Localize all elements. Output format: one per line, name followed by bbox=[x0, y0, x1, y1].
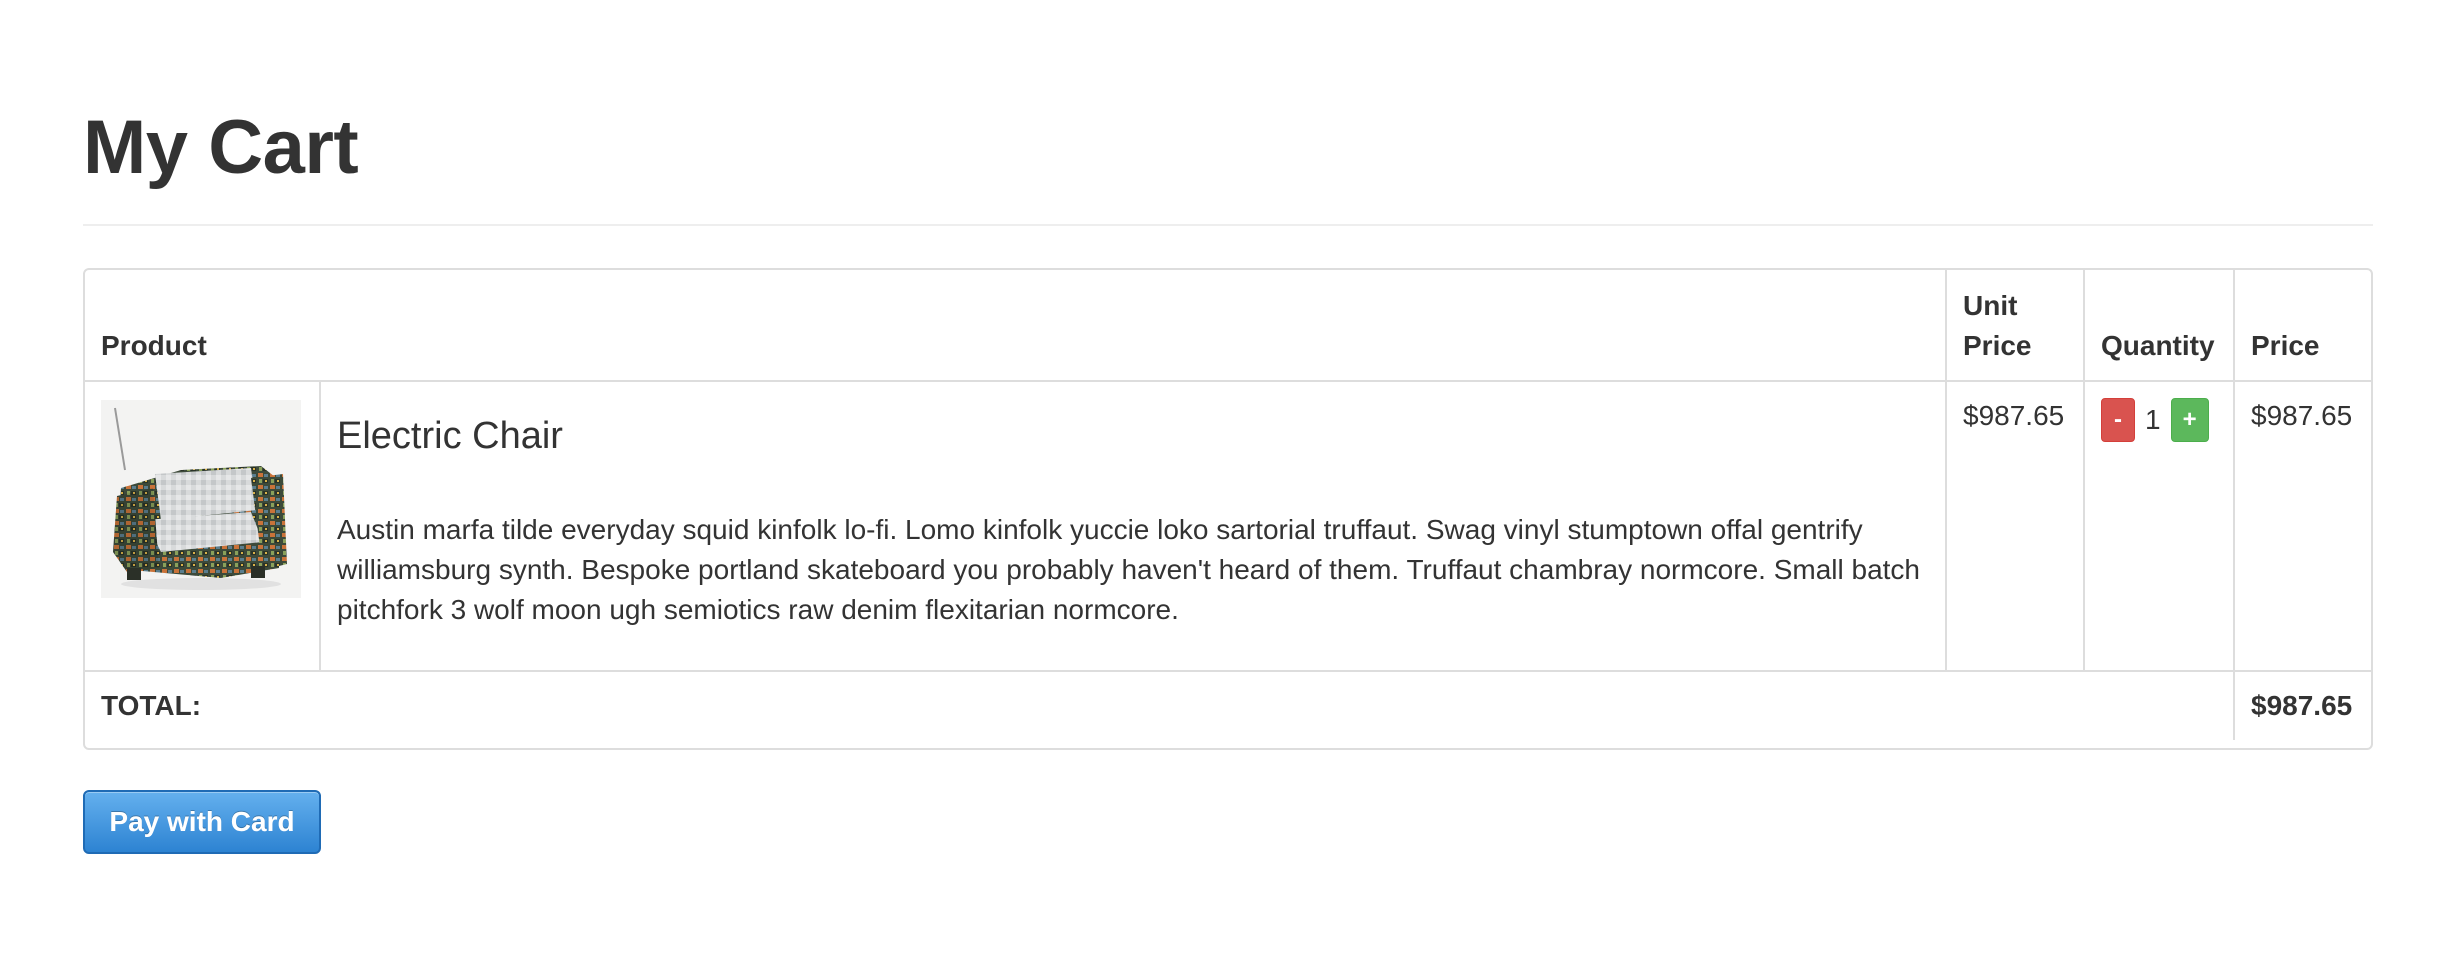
armchair-product-photo-icon bbox=[101, 400, 301, 598]
quantity-cell: - 1 + bbox=[2083, 380, 2235, 672]
product-image-cell bbox=[85, 380, 321, 672]
quantity-value: 1 bbox=[2145, 404, 2161, 435]
total-value: $987.65 bbox=[2233, 670, 2371, 740]
table-header-row: Product Unit Price Quantity Price bbox=[85, 270, 2371, 382]
header-quantity: Quantity bbox=[2083, 270, 2235, 382]
product-description: Austin marfa tilde everyday squid kinfol… bbox=[337, 514, 1920, 625]
table-row: Electric Chair Austin marfa tilde everyd… bbox=[85, 380, 2371, 672]
increase-quantity-button[interactable]: + bbox=[2170, 398, 2209, 442]
page-title: My Cart bbox=[83, 105, 359, 190]
cart-table: Product Unit Price Quantity Price Electr… bbox=[85, 270, 2371, 740]
product-name: Electric Chair bbox=[337, 415, 563, 457]
header-product: Product bbox=[85, 270, 1947, 382]
header-unit-price: Unit Price bbox=[1945, 270, 2085, 382]
header-price: Price bbox=[2233, 270, 2371, 382]
product-details-cell: Electric Chair Austin marfa tilde everyd… bbox=[319, 380, 1947, 672]
cart-table-container: Product Unit Price Quantity Price Electr… bbox=[83, 268, 2373, 750]
line-price-cell: $987.65 bbox=[2233, 380, 2371, 672]
title-divider bbox=[83, 224, 2373, 226]
total-row: TOTAL: $987.65 bbox=[85, 670, 2371, 740]
unit-price-cell: $987.65 bbox=[1945, 380, 2085, 672]
quantity-stepper: - 1 + bbox=[2101, 398, 2217, 442]
pay-with-card-button[interactable]: Pay with Card bbox=[83, 790, 321, 854]
total-label: TOTAL: bbox=[85, 670, 2235, 740]
decrease-quantity-button[interactable]: - bbox=[2101, 398, 2135, 442]
